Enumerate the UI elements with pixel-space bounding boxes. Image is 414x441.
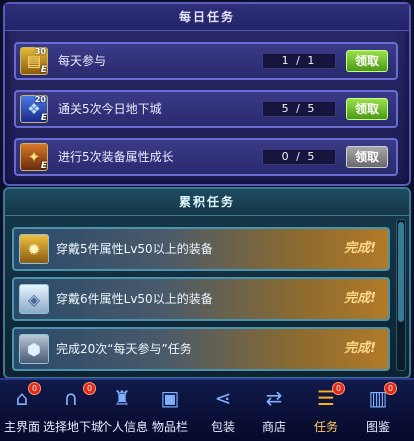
daily-task-progress: 0 / 5: [262, 149, 336, 165]
nav-item-quests[interactable]: ☰ 0 任务: [306, 382, 346, 438]
nav-label: 任务: [313, 420, 338, 434]
cumulative-task-row: ◈ 穿戴6件属性Lv50以上的装备 完成!: [12, 277, 390, 321]
chest-icon: ▣: [160, 386, 180, 410]
daily-task-label: 通关5次今日地下城: [58, 102, 162, 116]
share-icon: ⋖: [214, 386, 232, 410]
nav-label: 商店: [261, 420, 286, 434]
notification-badge: 0: [83, 382, 96, 395]
cumulative-tasks-title: 累积任务: [5, 189, 409, 216]
orange-badge-icon: ✦ E: [20, 143, 48, 171]
nav-label: 选择地下城: [43, 420, 104, 434]
nav-label: 主界面: [3, 420, 40, 434]
complete-status: 完成!: [344, 291, 376, 306]
claim-button[interactable]: 领取: [346, 98, 388, 120]
claim-button-disabled: 领取: [346, 146, 388, 168]
daily-task-progress: 5 / 5: [262, 101, 336, 117]
cumulative-tasks-panel: 累积任务 ✹ 穿戴5件属性Lv50以上的装备 完成! ◈ 穿戴6件属性Lv50以…: [3, 187, 411, 379]
exchange-icon: ⇄: [265, 386, 283, 410]
bottom-nav: ⌂ 0 主界面 ∩ 0 选择地下城 ♜ 个人信息 ▣ 物品栏 ⋖ 包装 ⇄ 商店…: [0, 378, 414, 441]
nav-item-codex[interactable]: ▥ 0 图鉴: [358, 382, 398, 438]
daily-tasks-panel: 每日任务 ▤ 30 E 每天参与 1 / 1 领取 ❖ 20 E 通关5次今日地…: [3, 2, 411, 186]
character-icon: ♜: [113, 386, 131, 410]
gold-emblem-icon: ✹: [19, 234, 49, 264]
silver-shield-icon: ⬢: [19, 334, 49, 364]
blue-crystal-icon: ❖ 20 E: [20, 95, 48, 123]
notification-badge: 0: [28, 382, 41, 395]
gold-scroll-icon: ▤ 30 E: [20, 47, 48, 75]
nav-item-package[interactable]: ⋖ 包装: [203, 384, 243, 438]
nav-item-home[interactable]: ⌂ 0 主界面: [2, 382, 42, 438]
nav-item-inventory[interactable]: ▣ 物品栏: [150, 384, 190, 438]
nav-label: 个人信息: [100, 420, 149, 434]
daily-task-row: ✦ E 进行5次装备属性成长 0 / 5 领取: [14, 138, 398, 176]
cumulative-task-label: 穿戴6件属性Lv50以上的装备: [56, 292, 213, 306]
nav-label: 图鉴: [365, 420, 390, 434]
daily-task-progress: 1 / 1: [262, 53, 336, 69]
claim-button[interactable]: 领取: [346, 50, 388, 72]
cumulative-task-row: ✹ 穿戴5件属性Lv50以上的装备 完成!: [12, 227, 390, 271]
daily-task-label: 进行5次装备属性成长: [58, 150, 174, 164]
nav-label: 包装: [210, 420, 235, 434]
cumulative-task-label: 完成20次“每天参与”任务: [56, 342, 192, 356]
nav-item-shop[interactable]: ⇄ 商店: [254, 384, 294, 438]
gate-icon: ∩: [63, 386, 79, 410]
daily-task-row: ▤ 30 E 每天参与 1 / 1 领取: [14, 42, 398, 80]
complete-status: 完成!: [344, 341, 376, 356]
daily-task-label: 每天参与: [58, 54, 107, 68]
white-gem-icon: ◈: [19, 284, 49, 314]
nav-item-dungeon-select[interactable]: ∩ 0 选择地下城: [43, 382, 104, 438]
daily-tasks-title: 每日任务: [5, 4, 409, 31]
notification-badge: 0: [332, 382, 345, 395]
scrollbar-thumb[interactable]: [398, 222, 404, 322]
nav-item-profile[interactable]: ♜ 个人信息: [100, 384, 149, 438]
cumulative-task-label: 穿戴5件属性Lv50以上的装备: [56, 242, 213, 256]
cumulative-scrollbar[interactable]: [396, 219, 406, 371]
cumulative-task-row: ⬢ 完成20次“每天参与”任务 完成!: [12, 327, 390, 371]
complete-status: 完成!: [344, 241, 376, 256]
daily-task-row: ❖ 20 E 通关5次今日地下城 5 / 5 领取: [14, 90, 398, 128]
nav-label: 物品栏: [151, 420, 188, 434]
notification-badge: 0: [384, 382, 397, 395]
